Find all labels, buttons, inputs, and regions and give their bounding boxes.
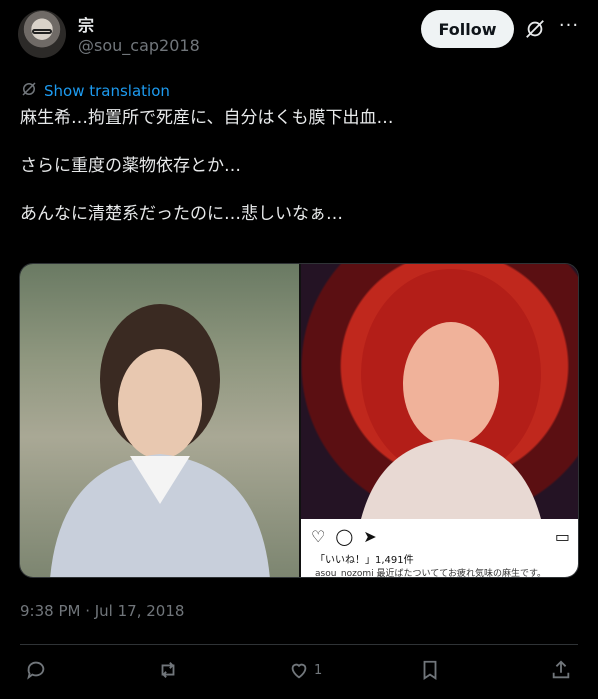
- show-translation-label: Show translation: [44, 82, 170, 100]
- like-count: 1: [314, 662, 323, 678]
- retweet-button[interactable]: [157, 658, 183, 682]
- send-icon: ➤: [363, 527, 377, 546]
- bookmark-icon: ▭: [554, 527, 570, 546]
- author-display-name[interactable]: 宗: [78, 12, 94, 36]
- bookmark-button[interactable]: [419, 658, 441, 682]
- heart-icon: [291, 663, 307, 679]
- more-options-icon[interactable]: ···: [558, 17, 580, 39]
- instagram-likes: 「いいね！」1,491件: [315, 555, 414, 566]
- photo-right[interactable]: [301, 264, 578, 519]
- tweet-line: あんなに清楚系だったのに…悲しいなぁ…: [20, 204, 343, 224]
- author-handle[interactable]: @sou_cap2018: [78, 36, 200, 55]
- tweet-media[interactable]: ♡ ◯ ➤ ▭ 「いいね！」1,491件 asou_nozomi 最近ばたついて…: [19, 263, 579, 578]
- reply-icon: [27, 661, 45, 680]
- show-translation-link[interactable]: Show translation: [20, 80, 170, 102]
- tweet-timestamp[interactable]: 9:38 PM · Jul 17, 2018: [20, 602, 184, 620]
- divider: [20, 644, 578, 645]
- bookmark-icon: [423, 660, 437, 680]
- comment-icon: ◯: [335, 527, 354, 546]
- retweet-icon: [161, 662, 175, 678]
- tweet-line: 麻生希…拘置所で死産に、自分はくも膜下出血…: [20, 108, 394, 128]
- share-icon: [552, 660, 570, 679]
- follow-button[interactable]: Follow: [421, 10, 514, 48]
- share-button[interactable]: [550, 658, 572, 682]
- photo-left[interactable]: [20, 264, 299, 577]
- tweet-text: 麻生希…拘置所で死産に、自分はくも膜下出血… さらに重度の薬物依存とか… あんな…: [20, 106, 580, 250]
- instagram-caption: asou_nozomi 最近ばたついててお疲れ気味の麻生です。: [315, 569, 547, 578]
- avatar[interactable]: [18, 10, 66, 58]
- like-button[interactable]: 1: [288, 658, 322, 682]
- grok-icon[interactable]: [524, 18, 546, 40]
- translate-icon: [20, 80, 38, 102]
- tweet-line: さらに重度の薬物依存とか…: [20, 156, 241, 176]
- reply-button[interactable]: [25, 658, 51, 682]
- instagram-bar: ♡ ◯ ➤ ▭ 「いいね！」1,491件 asou_nozomi 最近ばたついて…: [301, 519, 578, 578]
- heart-icon: ♡: [311, 527, 326, 546]
